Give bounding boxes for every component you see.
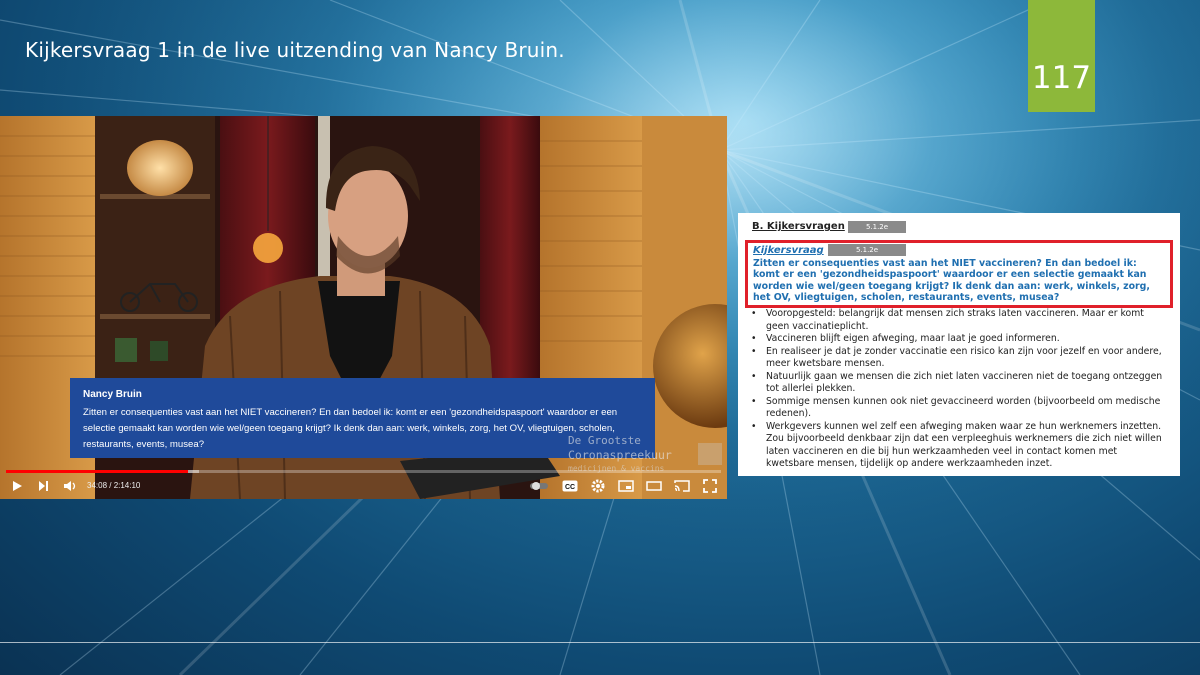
answer-item: • Vooropgesteld: belangrijk dat mensen zi… xyxy=(748,308,1168,333)
bullet-icon: • xyxy=(751,370,757,382)
miniplayer-button[interactable] xyxy=(616,477,636,495)
bullet-icon: • xyxy=(751,395,757,407)
answer-item: • Sommige mensen kunnen ook niet gevaccin… xyxy=(748,396,1168,421)
theater-mode-button[interactable] xyxy=(644,477,664,495)
progress-bar[interactable] xyxy=(6,470,721,473)
time-display: 34:08 / 2:14:10 xyxy=(87,481,141,490)
next-icon xyxy=(39,481,48,491)
broadcaster-logo xyxy=(698,443,722,465)
autoplay-toggle-icon xyxy=(530,482,548,490)
settings-button[interactable] xyxy=(588,477,608,495)
answer-text: Sommige mensen kunnen ook niet gevaccine… xyxy=(766,395,1161,420)
bullet-icon: • xyxy=(751,333,757,344)
presentation-slide: Kijkersvraag 1 in de live uitzending van… xyxy=(0,0,1200,675)
miniplayer-icon xyxy=(618,480,634,492)
question-label: Kijkersvraag xyxy=(753,245,824,256)
answer-text: Natuurlijk gaan we mensen die zich niet … xyxy=(766,370,1163,395)
caption-question-text: Zitten er consequenties vast aan het NIE… xyxy=(83,407,618,450)
play-button[interactable] xyxy=(8,477,26,495)
caption-presenter-name: Nancy Bruin xyxy=(83,389,142,400)
question-redaction-label: 5.1.2e xyxy=(828,244,906,256)
svg-text:CC: CC xyxy=(565,484,575,491)
subtitles-button[interactable]: CC xyxy=(560,477,580,495)
fullscreen-button[interactable] xyxy=(700,477,720,495)
answer-list: • Vooropgesteld: belangrijk dat mensen zi… xyxy=(748,308,1168,471)
progress-played[interactable] xyxy=(6,470,188,473)
bullet-icon: • xyxy=(751,308,757,319)
footer-divider xyxy=(0,642,1200,643)
answer-text: En realiseer je dat je zonder vaccinatie… xyxy=(766,345,1162,370)
play-icon xyxy=(13,481,22,491)
watermark-line-1: De Grootste xyxy=(568,434,641,447)
bullet-icon: • xyxy=(751,420,757,432)
question-text: Zitten er consequenties vast aan het NIE… xyxy=(753,258,1150,304)
answer-item: • Natuurlijk gaan we mensen die zich niet… xyxy=(748,371,1168,396)
page-number: 117 xyxy=(1031,60,1092,96)
volume-icon xyxy=(64,481,76,491)
answer-text: Vaccineren blijft eigen afweging, maar l… xyxy=(766,333,1060,344)
autoplay-toggle[interactable] xyxy=(528,477,550,495)
slide-title: Kijkersvraag 1 in de live uitzending van… xyxy=(25,38,565,62)
video-player[interactable]: Nancy Bruin Zitten er consequenties vast… xyxy=(0,116,727,499)
document-excerpt: B. Kijkersvragen 5.1.2e Kijkersvraag 5.1… xyxy=(738,213,1180,476)
answer-item: • Vaccineren blijft eigen afweging, maar … xyxy=(748,333,1168,346)
settings-icon xyxy=(591,479,605,493)
theater-icon xyxy=(646,481,662,491)
watermark-line-2: Coronaspreekuur xyxy=(568,448,672,462)
cast-icon xyxy=(674,480,690,492)
document-heading: B. Kijkersvragen xyxy=(752,221,845,232)
cast-button[interactable] xyxy=(672,477,692,495)
volume-button[interactable] xyxy=(60,477,80,495)
next-button[interactable] xyxy=(34,477,52,495)
answer-text: Vooropgesteld: belangrijk dat mensen zic… xyxy=(766,308,1144,332)
answer-item: • En realiseer je dat je zonder vaccinati… xyxy=(748,346,1168,371)
answer-text: Werkgevers kunnen wel zelf een afweging … xyxy=(766,420,1162,470)
answer-item: • Werkgevers kunnen wel zelf een afweging… xyxy=(748,421,1168,471)
player-controls: 34:08 / 2:14:10 CC xyxy=(0,474,727,499)
bullet-icon: • xyxy=(751,345,757,357)
subtitles-icon: CC xyxy=(562,480,578,492)
fullscreen-icon xyxy=(703,479,717,493)
redaction-label: 5.1.2e xyxy=(848,221,906,233)
